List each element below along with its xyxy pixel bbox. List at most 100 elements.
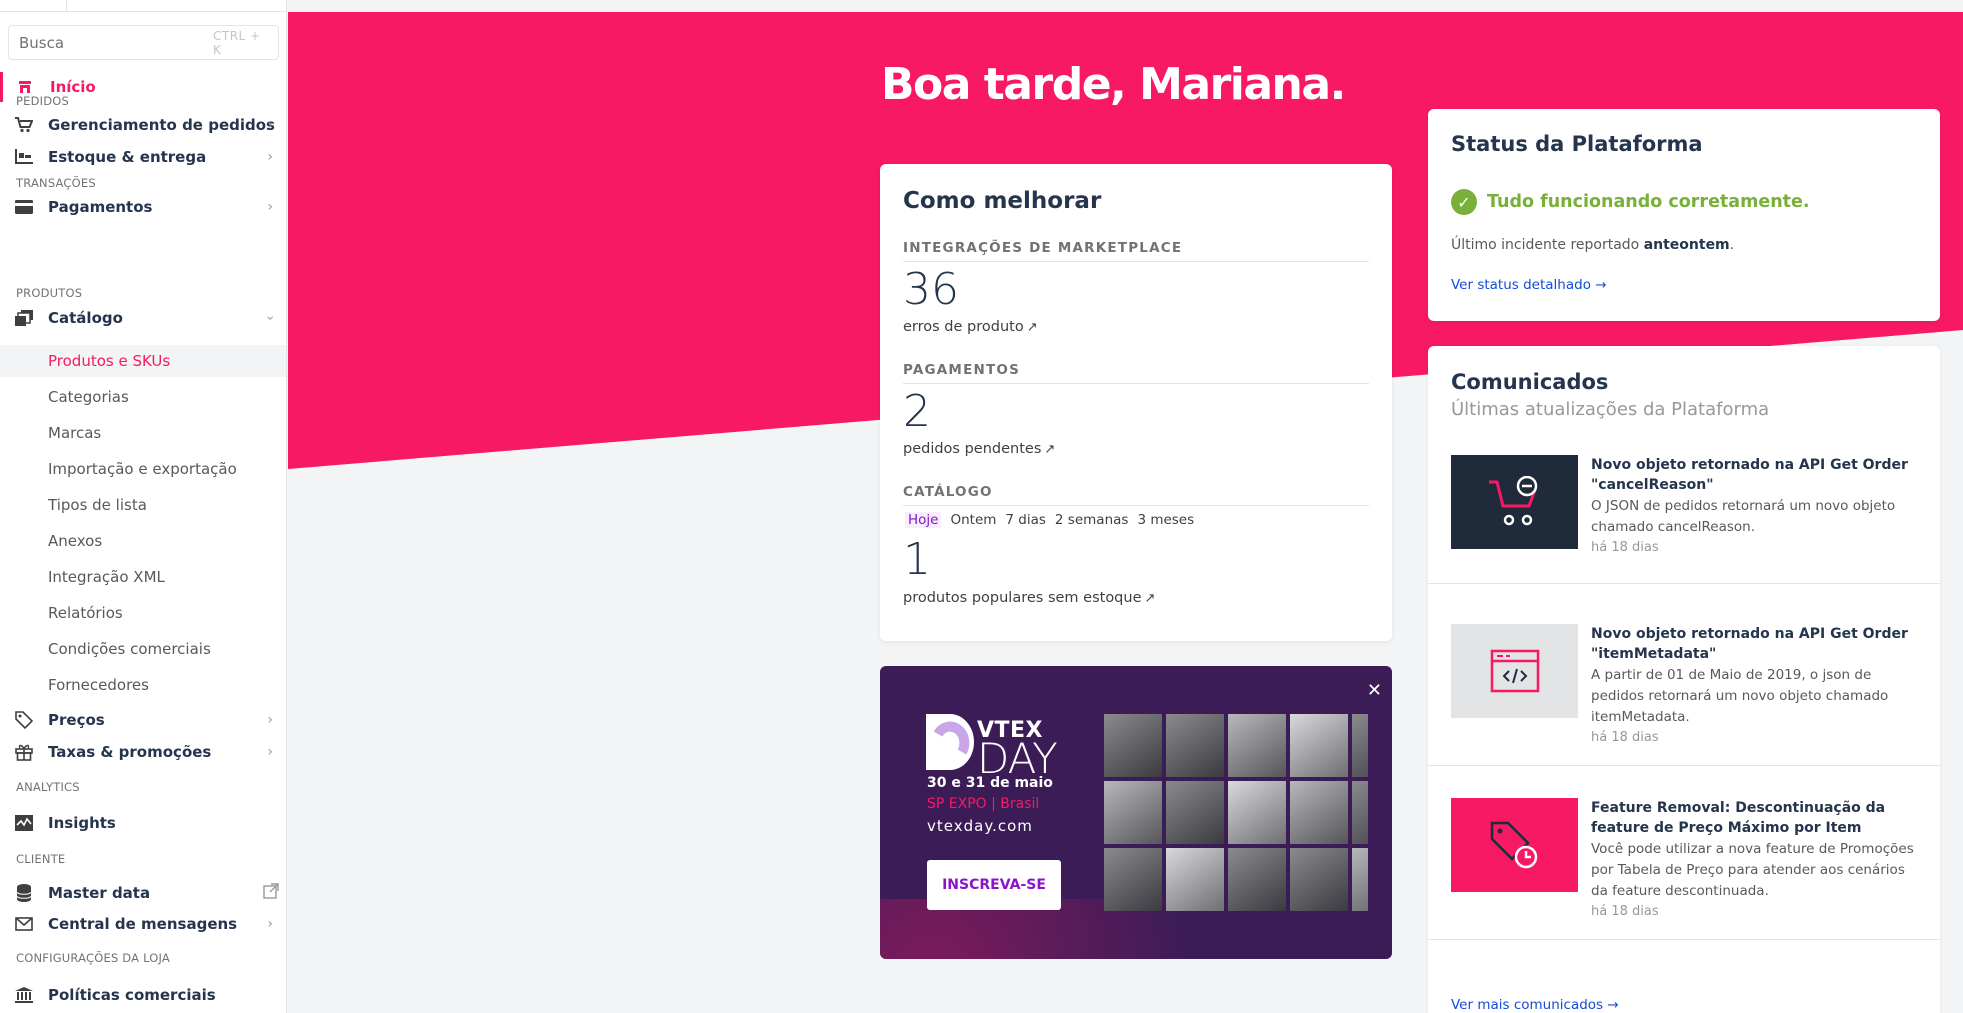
code-window-icon bbox=[1451, 624, 1578, 718]
sidebar-item-label: Taxas & promoções bbox=[48, 743, 212, 761]
sidebar-subitem-anexos[interactable]: Anexos bbox=[0, 525, 286, 557]
pending-orders-link[interactable]: pedidos pendentes ↗ bbox=[903, 441, 1055, 457]
event-dates: 30 e 31 de maio bbox=[927, 775, 1053, 791]
sidebar-item-catalogo[interactable]: Catálogo › bbox=[0, 303, 286, 333]
sidebar-subitem-importacao[interactable]: Importação e exportação bbox=[0, 453, 286, 485]
sidebar-subitem-relatorios[interactable]: Relatórios bbox=[0, 597, 286, 629]
period-7-dias[interactable]: 7 dias bbox=[1005, 512, 1046, 528]
vtex-day-banner[interactable]: ✕ VTEX DAY 30 e 31 de maio SP EXPO | Bra… bbox=[880, 666, 1392, 959]
link-text: erros de produto bbox=[903, 319, 1024, 335]
period-2-semanas[interactable]: 2 semanas bbox=[1055, 512, 1129, 528]
sidebar-item-pagamentos[interactable]: Pagamentos › bbox=[0, 192, 286, 222]
shelf-icon bbox=[14, 147, 34, 167]
status-ok: ✓ Tudo funcionando corretamente. bbox=[1451, 189, 1810, 215]
section-pedidos: PEDIDOS bbox=[16, 94, 70, 108]
event-place: SP EXPO | Brasil bbox=[927, 796, 1040, 812]
marketplace-errors-link[interactable]: erros de produto ↗ bbox=[903, 319, 1038, 335]
cart-remove-icon bbox=[1451, 455, 1578, 549]
announcement-title: Novo objeto retornado na API Get Order "… bbox=[1591, 626, 1908, 662]
price-tag-icon bbox=[14, 710, 34, 730]
sidebar-item-master-data[interactable]: Master data bbox=[0, 878, 286, 908]
bank-icon bbox=[14, 985, 34, 1005]
marketplace-errors-count: 36 bbox=[903, 264, 959, 315]
speaker-photo bbox=[1290, 781, 1348, 844]
subitem-label: Relatórios bbox=[48, 604, 123, 622]
out-of-stock-link[interactable]: produtos populares sem estoque ↗ bbox=[903, 590, 1155, 606]
como-melhorar-card: Como melhorar INTEGRAÇÕES DE MARKETPLACE… bbox=[880, 164, 1392, 641]
announcement-body: A partir de 01 de Maio de 2019, o json d… bbox=[1591, 667, 1889, 725]
gift-icon bbox=[14, 742, 34, 762]
sidebar-item-estoque[interactable]: Estoque & entrega › bbox=[0, 142, 286, 172]
sidebar-item-label: Políticas comerciais bbox=[48, 986, 216, 1004]
card-subtitle: Últimas atualizações da Plataforma bbox=[1451, 399, 1770, 420]
sidebar-item-label: Central de mensagens bbox=[48, 915, 238, 933]
link-text: pedidos pendentes bbox=[903, 441, 1042, 457]
section-transacoes: TRANSAÇÕES bbox=[16, 176, 96, 190]
announcement-age: há 18 dias bbox=[1591, 904, 1659, 919]
search-box[interactable]: CTRL + K bbox=[8, 25, 279, 60]
speaker-photo bbox=[1166, 848, 1224, 911]
sidebar-item-central[interactable]: Central de mensagens › bbox=[0, 909, 286, 939]
status-details-link[interactable]: Ver status detalhado → bbox=[1451, 277, 1607, 293]
sidebar-item-precos[interactable]: Preços › bbox=[0, 705, 286, 735]
sidebar-item-taxas[interactable]: Taxas & promoções › bbox=[0, 737, 286, 767]
announcement-age: há 18 dias bbox=[1591, 730, 1659, 745]
sidebar-item-insights[interactable]: Insights bbox=[0, 808, 286, 838]
speaker-photo bbox=[1104, 781, 1162, 844]
cart-icon bbox=[14, 115, 34, 135]
speaker-photo bbox=[1228, 714, 1286, 777]
sidebar-subitem-tipos-lista[interactable]: Tipos de lista bbox=[0, 489, 286, 521]
last-incident: Último incidente reportado anteontem. bbox=[1451, 237, 1734, 253]
divider bbox=[1428, 939, 1940, 940]
section-marketplace-label: INTEGRAÇÕES DE MARKETPLACE bbox=[903, 240, 1369, 262]
envelope-icon bbox=[14, 914, 34, 934]
main-content: Boa tarde, Mariana. Como melhorar INTEGR… bbox=[288, 12, 1963, 1013]
more-announcements-link[interactable]: Ver mais comunicados → bbox=[1451, 997, 1619, 1013]
speaker-photo bbox=[1104, 848, 1162, 911]
period-3-meses[interactable]: 3 meses bbox=[1137, 512, 1194, 528]
status-text: Tudo funcionando corretamente. bbox=[1487, 192, 1810, 212]
search-input[interactable] bbox=[19, 33, 213, 52]
sidebar-topbar bbox=[0, 0, 286, 12]
link-text: produtos populares sem estoque bbox=[903, 590, 1142, 606]
sidebar-subitem-produtos-skus[interactable]: Produtos e SKUs bbox=[0, 345, 286, 377]
subitem-label: Produtos e SKUs bbox=[48, 352, 171, 370]
period-ontem[interactable]: Ontem bbox=[950, 512, 996, 528]
section-pagamentos-label: PAGAMENTOS bbox=[903, 362, 1369, 384]
sidebar-item-gerenciamento[interactable]: Gerenciamento de pedidos › bbox=[0, 110, 286, 140]
sidebar-item-label: Estoque & entrega bbox=[48, 148, 207, 166]
external-link-icon bbox=[263, 883, 279, 903]
catalog-icon bbox=[14, 308, 34, 328]
sidebar-subitem-marcas[interactable]: Marcas bbox=[0, 417, 286, 449]
arrow-up-right-icon: ↗ bbox=[1026, 320, 1038, 335]
sidebar-item-label: Pagamentos bbox=[48, 198, 153, 216]
close-icon[interactable]: ✕ bbox=[1367, 680, 1382, 701]
announcement-title: Novo objeto retornado na API Get Order "… bbox=[1591, 457, 1908, 493]
chevron-right-icon: › bbox=[267, 744, 273, 760]
sidebar-item-politicas[interactable]: Políticas comerciais bbox=[0, 980, 286, 1010]
sidebar-item-label: Catálogo bbox=[48, 309, 123, 327]
subitem-label: Anexos bbox=[48, 532, 103, 550]
search-shortcut: CTRL + K bbox=[213, 28, 261, 57]
database-icon bbox=[14, 883, 34, 903]
chevron-right-icon: › bbox=[267, 117, 273, 133]
speaker-photo bbox=[1104, 714, 1162, 777]
subscribe-button[interactable]: INSCREVA-SE bbox=[927, 860, 1061, 910]
speaker-photo bbox=[1290, 848, 1348, 911]
section-config: CONFIGURAÇÕES DA LOJA bbox=[16, 951, 170, 965]
divider bbox=[1428, 583, 1940, 584]
user-name: Mariana bbox=[1139, 59, 1331, 110]
sidebar-subitem-condicoes[interactable]: Condições comerciais bbox=[0, 633, 286, 665]
sidebar-item-label: Gerenciamento de pedidos bbox=[48, 116, 275, 134]
chevron-right-icon: › bbox=[267, 199, 273, 215]
incident-suffix: . bbox=[1729, 237, 1735, 253]
announcement-age: há 18 dias bbox=[1591, 540, 1659, 555]
sidebar-subitem-integracao-xml[interactable]: Integração XML bbox=[0, 561, 286, 593]
speakers-photo-grid bbox=[1104, 714, 1368, 912]
chevron-right-icon: › bbox=[267, 916, 273, 932]
sidebar-subitem-fornecedores[interactable]: Fornecedores bbox=[0, 669, 286, 701]
period-hoje[interactable]: Hoje bbox=[905, 512, 942, 528]
subitem-label: Importação e exportação bbox=[48, 460, 237, 478]
sidebar-subitem-categorias[interactable]: Categorias bbox=[0, 381, 286, 413]
arrow-up-right-icon: ↗ bbox=[1144, 591, 1156, 606]
